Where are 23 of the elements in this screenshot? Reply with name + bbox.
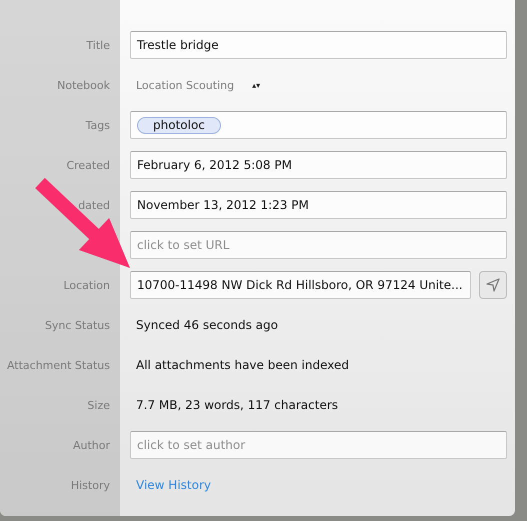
text-field[interactable]: November 13, 2012 1:23 PM — [130, 191, 507, 219]
field-label: Title — [85, 38, 111, 52]
location-arrow-icon — [486, 278, 500, 292]
info-value: All attachments have been indexed — [135, 358, 349, 372]
notebook-dropdown[interactable]: Location Scouting ▴▾ — [130, 78, 260, 92]
field-label: Size — [86, 398, 111, 412]
field-label: Sync Status — [44, 318, 111, 332]
info-value: Synced 46 seconds ago — [135, 318, 278, 332]
field-label: Created — [65, 158, 111, 172]
location-field[interactable]: 10700-11498 NW Dick Rd Hillsboro, OR 97124 Unite... — [130, 271, 471, 299]
tags-field[interactable]: photoloc — [130, 111, 507, 139]
locate-button[interactable] — [479, 271, 507, 299]
field-label: dated — [77, 198, 111, 212]
text-field[interactable]: Trestle bridge — [130, 31, 507, 59]
text-field[interactable]: February 6, 2012 5:08 PM — [130, 151, 507, 179]
field-label: Tags — [84, 118, 111, 132]
tag-chip[interactable]: photoloc — [137, 116, 221, 134]
field-label: Attachment Status — [6, 358, 111, 372]
field-label: Location — [62, 278, 111, 292]
field-label: Author — [72, 438, 111, 452]
info-value: 7.7 MB, 23 words, 117 characters — [135, 398, 338, 412]
field-label: History — [70, 478, 111, 492]
field-label: Notebook — [56, 78, 111, 92]
